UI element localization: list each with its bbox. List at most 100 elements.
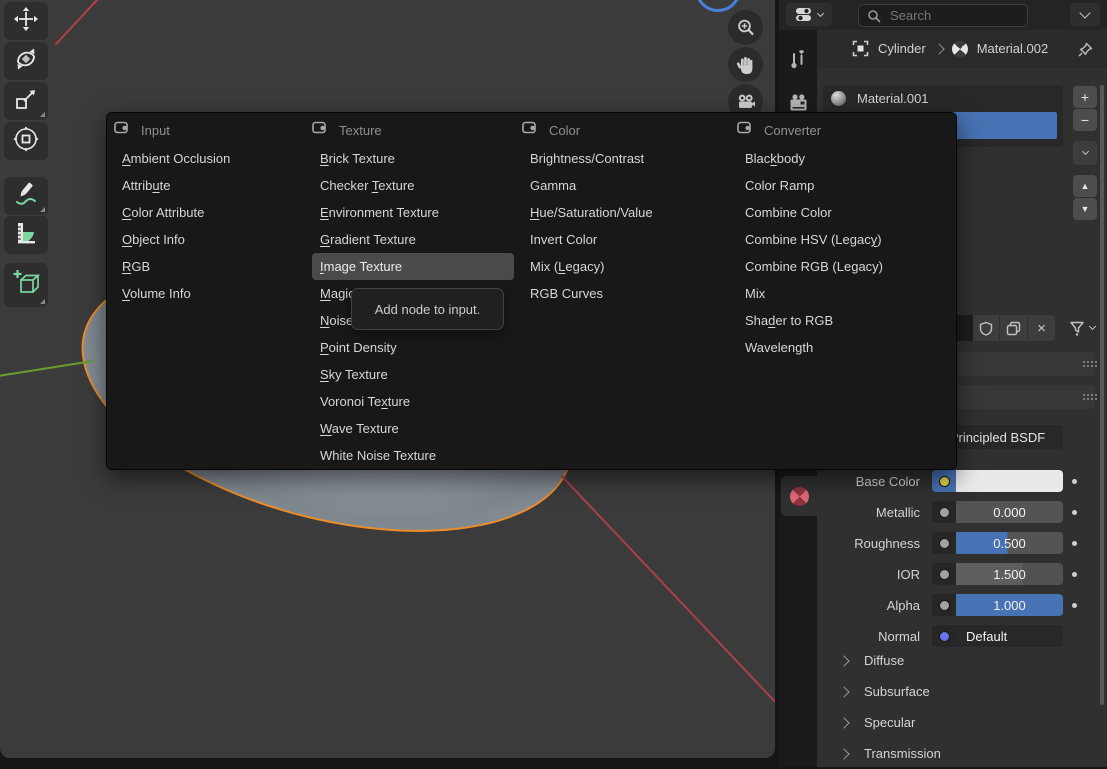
param-row-ior: IOR1.500 (830, 563, 1063, 585)
socket-button[interactable] (932, 625, 956, 647)
shader-params: Base ColorMetallic0.000Roughness0.500IOR… (830, 470, 1063, 647)
menu-column-title: Texture (339, 123, 382, 138)
menu-item[interactable]: Gamma (522, 172, 730, 199)
menu-item[interactable]: Environment Texture (312, 199, 514, 226)
menu-item[interactable]: Voronoi Texture (312, 388, 514, 415)
axis-line-red-top (55, 0, 104, 45)
menu-item[interactable]: Image Texture (312, 253, 514, 280)
menu-item[interactable]: Color Ramp (737, 172, 949, 199)
fake-user-button[interactable] (973, 315, 999, 341)
menu-item[interactable]: Mix (737, 280, 949, 307)
menu-item[interactable]: Volume Info (114, 280, 306, 307)
section-transmission[interactable]: Transmission (830, 738, 1063, 769)
add-slot-button[interactable]: + (1073, 86, 1097, 108)
menu-item[interactable]: Checker Texture (312, 172, 514, 199)
menu-item[interactable]: Wave Texture (312, 415, 514, 442)
section-label: Diffuse (864, 653, 904, 668)
menu-item[interactable]: Attribute (114, 172, 306, 199)
menu-item[interactable]: Ambient Occlusion (114, 145, 306, 172)
transform-tool-button[interactable] (4, 122, 48, 160)
move-tool-button[interactable] (4, 2, 48, 40)
add-cube-tool-button[interactable] (4, 263, 48, 307)
pin-icon[interactable] (1077, 41, 1094, 58)
menu-item[interactable]: Combine HSV (Legacy) (737, 226, 949, 253)
section-subsurface[interactable]: Subsurface (830, 676, 1063, 707)
annotate-tool-button[interactable] (4, 177, 48, 215)
value-socket-icon (939, 569, 950, 580)
node-icon (737, 121, 752, 139)
slot-specials-button[interactable] (1073, 141, 1097, 165)
search-input[interactable] (888, 7, 1019, 24)
menu-item[interactable]: Brightness/Contrast (522, 145, 730, 172)
node-icon (114, 121, 129, 139)
zoom-button[interactable] (728, 10, 763, 45)
menu-item[interactable]: Brick Texture (312, 145, 514, 172)
breadcrumb-object[interactable]: Cylinder (878, 41, 926, 56)
material-slot-row[interactable]: Material.001 (823, 85, 1063, 112)
pan-button[interactable] (728, 47, 763, 82)
param-label: Alpha (830, 598, 920, 613)
socket-button[interactable] (932, 563, 956, 585)
search-field[interactable] (858, 4, 1028, 27)
menu-item[interactable]: Color Attribute (114, 199, 306, 226)
keyframe-dot[interactable] (1072, 572, 1077, 577)
menu-item[interactable]: Point Density (312, 334, 514, 361)
scale-tool-button[interactable] (4, 82, 48, 120)
unlink-button[interactable]: × (1028, 315, 1055, 341)
navigation-gizmo[interactable] (695, 0, 741, 12)
dropdown-field[interactable]: Default (956, 625, 1063, 647)
menu-item[interactable]: Hue/Saturation/Value (522, 199, 730, 226)
rotate-tool-button[interactable] (4, 42, 48, 80)
socket-button[interactable] (932, 501, 956, 523)
node-icon (312, 121, 327, 139)
remove-slot-button[interactable]: − (1073, 109, 1097, 131)
menu-item[interactable]: Gradient Texture (312, 226, 514, 253)
filter-dropdown[interactable] (1062, 314, 1102, 342)
section-specular[interactable]: Specular (830, 707, 1063, 738)
duplicate-button[interactable] (1000, 315, 1027, 341)
menu-item[interactable]: Invert Color (522, 226, 730, 253)
section-diffuse[interactable]: Diffuse (830, 645, 1063, 676)
value-slider[interactable]: 1.000 (956, 594, 1063, 616)
menu-item[interactable]: Wavelength (737, 334, 949, 361)
value-slider[interactable]: 0.500 (956, 532, 1063, 554)
color-swatch[interactable] (956, 470, 1063, 492)
material-icon (948, 37, 971, 60)
menu-item[interactable]: RGB (114, 253, 306, 280)
measure-tool-button[interactable] (4, 216, 48, 254)
menu-item[interactable]: Sky Texture (312, 361, 514, 388)
tab-tool[interactable] (779, 41, 817, 77)
vector-socket-icon (939, 631, 950, 642)
menu-item[interactable]: Mix (Legacy) (522, 253, 730, 280)
camera-view-icon (735, 91, 757, 113)
collapse-header-button[interactable] (1070, 3, 1100, 26)
tab-material-active[interactable] (781, 476, 817, 516)
menu-item[interactable]: White Noise Texture (312, 442, 514, 469)
scrollbar[interactable] (1100, 85, 1104, 705)
menu-item[interactable]: RGB Curves (522, 280, 730, 307)
collapsed-sections: Diffuse SubsurfaceSpecularTransmission (830, 645, 1063, 769)
keyframe-dot[interactable] (1072, 603, 1077, 608)
move-slot-up-button[interactable]: ▲ (1073, 175, 1097, 197)
menu-item[interactable]: Combine RGB (Legacy) (737, 253, 949, 280)
socket-button[interactable] (932, 532, 956, 554)
copy-icon (1006, 321, 1021, 336)
annotate-icon (13, 181, 39, 212)
keyframe-dot[interactable] (1072, 510, 1077, 515)
editor-type-button[interactable] (786, 3, 832, 26)
socket-button[interactable] (932, 470, 956, 492)
breadcrumb-material[interactable]: Material.002 (977, 41, 1049, 56)
move-slot-down-button[interactable]: ▼ (1073, 198, 1097, 220)
menu-item[interactable]: Blackbody (737, 145, 949, 172)
keyframe-dot[interactable] (1072, 541, 1077, 546)
value-slider[interactable]: 0.000 (956, 501, 1063, 523)
value-slider[interactable]: 1.500 (956, 563, 1063, 585)
chevron-right-icon (838, 686, 849, 697)
chevron-right-icon (838, 655, 849, 666)
menu-item[interactable]: Combine Color (737, 199, 949, 226)
keyframe-dot[interactable] (1072, 479, 1077, 484)
menu-item[interactable]: Shader to RGB (737, 307, 949, 334)
menu-column-title: Color (549, 123, 580, 138)
socket-button[interactable] (932, 594, 956, 616)
menu-item[interactable]: Object Info (114, 226, 306, 253)
